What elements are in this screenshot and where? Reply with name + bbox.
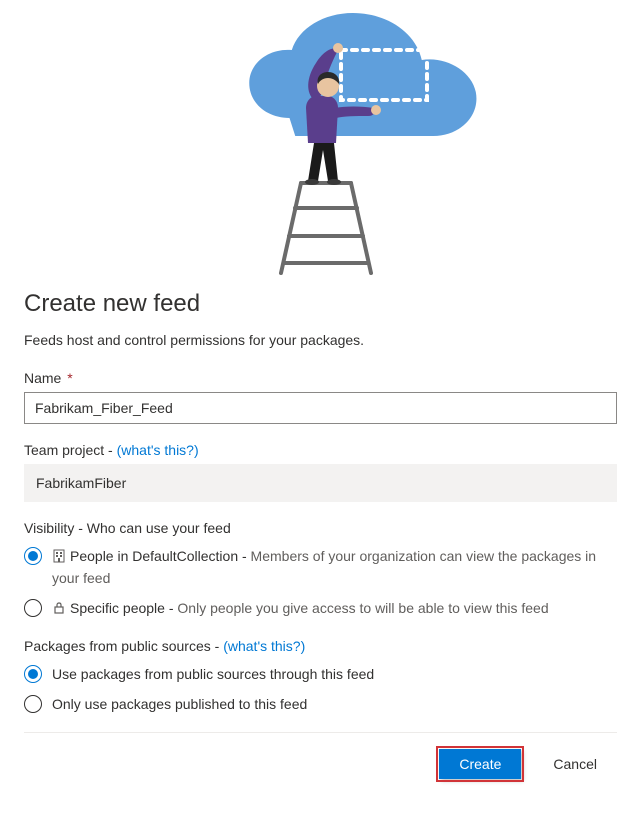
organization-icon	[52, 548, 66, 568]
divider	[24, 732, 617, 733]
visibility-option-0-title: People in DefaultCollection -	[70, 548, 251, 564]
radio-icon	[24, 665, 42, 683]
name-input[interactable]	[24, 392, 617, 424]
visibility-label: Visibility - Who can use your feed	[24, 520, 617, 536]
radio-icon	[24, 547, 42, 565]
hero-illustration	[24, 0, 617, 278]
visibility-option-specific[interactable]: Specific people - Only people you give a…	[24, 598, 617, 620]
public-sources-option-only[interactable]: Only use packages published to this feed	[24, 694, 617, 714]
cloud-person-illustration	[156, 8, 486, 278]
required-indicator: *	[67, 370, 72, 386]
create-button[interactable]: Create	[439, 749, 521, 779]
name-field-group: Name *	[24, 370, 617, 424]
public-sources-label: Packages from public sources - (what's t…	[24, 638, 617, 654]
team-project-label: Team project - (what's this?)	[24, 442, 617, 458]
page-subheading: Feeds host and control permissions for y…	[24, 332, 617, 348]
visibility-option-collection[interactable]: People in DefaultCollection - Members of…	[24, 546, 617, 588]
radio-icon	[24, 599, 42, 617]
public-sources-option-1-label: Only use packages published to this feed	[52, 694, 617, 714]
team-project-group: Team project - (what's this?) FabrikamFi…	[24, 442, 617, 502]
public-sources-hint-link[interactable]: (what's this?)	[223, 638, 305, 654]
name-label-text: Name	[24, 370, 61, 386]
page-title: Create new feed	[24, 290, 617, 318]
dialog-buttons: Create Cancel	[24, 749, 617, 779]
team-project-label-text: Team project -	[24, 442, 117, 458]
public-sources-group: Packages from public sources - (what's t…	[24, 638, 617, 714]
public-sources-option-use[interactable]: Use packages from public sources through…	[24, 664, 617, 684]
team-project-hint-link[interactable]: (what's this?)	[117, 442, 199, 458]
visibility-group: Visibility - Who can use your feed Peopl…	[24, 520, 617, 620]
radio-icon	[24, 695, 42, 713]
name-label: Name *	[24, 370, 617, 386]
team-project-value: FabrikamFiber	[24, 464, 617, 502]
visibility-option-1-title: Specific people -	[70, 600, 177, 616]
public-sources-label-text: Packages from public sources -	[24, 638, 223, 654]
visibility-option-1-desc: Only people you give access to will be a…	[177, 600, 548, 616]
cancel-button[interactable]: Cancel	[533, 749, 617, 779]
lock-icon	[52, 600, 66, 620]
public-sources-option-0-label: Use packages from public sources through…	[52, 664, 617, 684]
